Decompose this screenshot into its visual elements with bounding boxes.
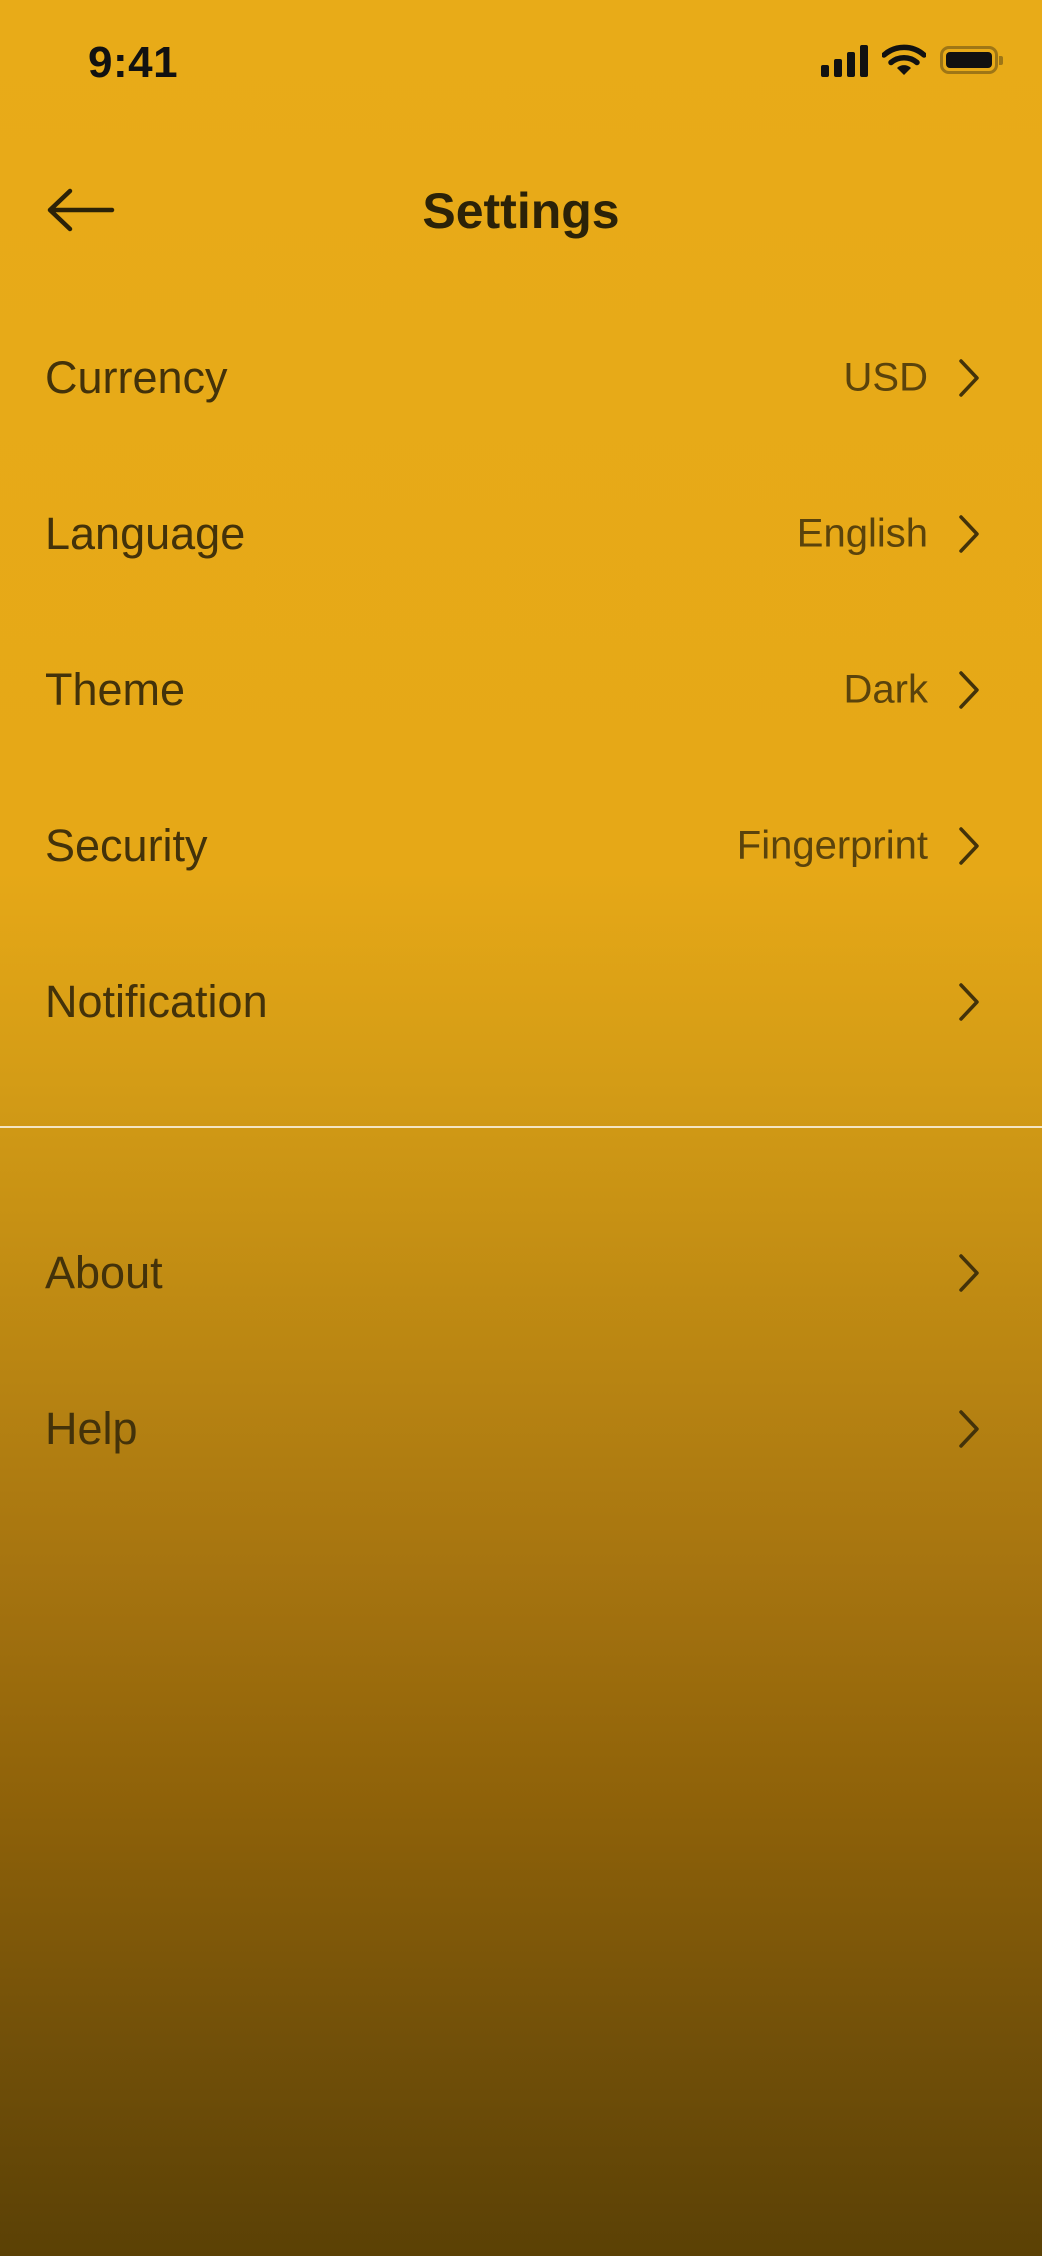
settings-group-secondary: About Help bbox=[0, 1195, 1042, 1507]
settings-item-currency[interactable]: Currency USD bbox=[0, 300, 1042, 456]
setting-label: Security bbox=[45, 820, 208, 871]
chevron-right-icon bbox=[959, 671, 979, 709]
settings-item-help[interactable]: Help bbox=[0, 1351, 1042, 1507]
settings-item-about[interactable]: About bbox=[0, 1195, 1042, 1351]
chevron-right-icon bbox=[959, 1410, 979, 1448]
signal-icon bbox=[821, 43, 868, 77]
battery-icon bbox=[940, 46, 1003, 74]
section-divider bbox=[0, 1126, 1042, 1128]
status-time: 9:41 bbox=[88, 38, 179, 87]
chevron-right-icon bbox=[959, 515, 979, 553]
setting-label: Language bbox=[45, 508, 246, 559]
settings-item-security[interactable]: Security Fingerprint bbox=[0, 768, 1042, 924]
setting-label: Theme bbox=[45, 664, 186, 715]
chevron-right-icon bbox=[959, 1254, 979, 1292]
setting-label: Help bbox=[45, 1403, 138, 1454]
setting-value: USD bbox=[843, 355, 928, 400]
status-bar: 9:41 bbox=[0, 0, 1042, 130]
setting-label: About bbox=[45, 1247, 163, 1298]
setting-value: Fingerprint bbox=[736, 823, 928, 868]
setting-value: English bbox=[796, 511, 928, 556]
header: Settings bbox=[0, 160, 1042, 260]
status-icons bbox=[821, 40, 1003, 80]
chevron-right-icon bbox=[959, 359, 979, 397]
chevron-right-icon bbox=[959, 983, 979, 1021]
settings-group-primary: Currency USD Language English Theme Dark… bbox=[0, 300, 1042, 1080]
setting-label: Notification bbox=[45, 976, 268, 1027]
setting-value: Dark bbox=[843, 667, 928, 712]
setting-label: Currency bbox=[45, 352, 228, 403]
settings-item-language[interactable]: Language English bbox=[0, 456, 1042, 612]
page-title: Settings bbox=[422, 183, 620, 239]
settings-item-notification[interactable]: Notification bbox=[0, 924, 1042, 1080]
wifi-icon bbox=[882, 44, 926, 75]
chevron-right-icon bbox=[959, 827, 979, 865]
settings-item-theme[interactable]: Theme Dark bbox=[0, 612, 1042, 768]
